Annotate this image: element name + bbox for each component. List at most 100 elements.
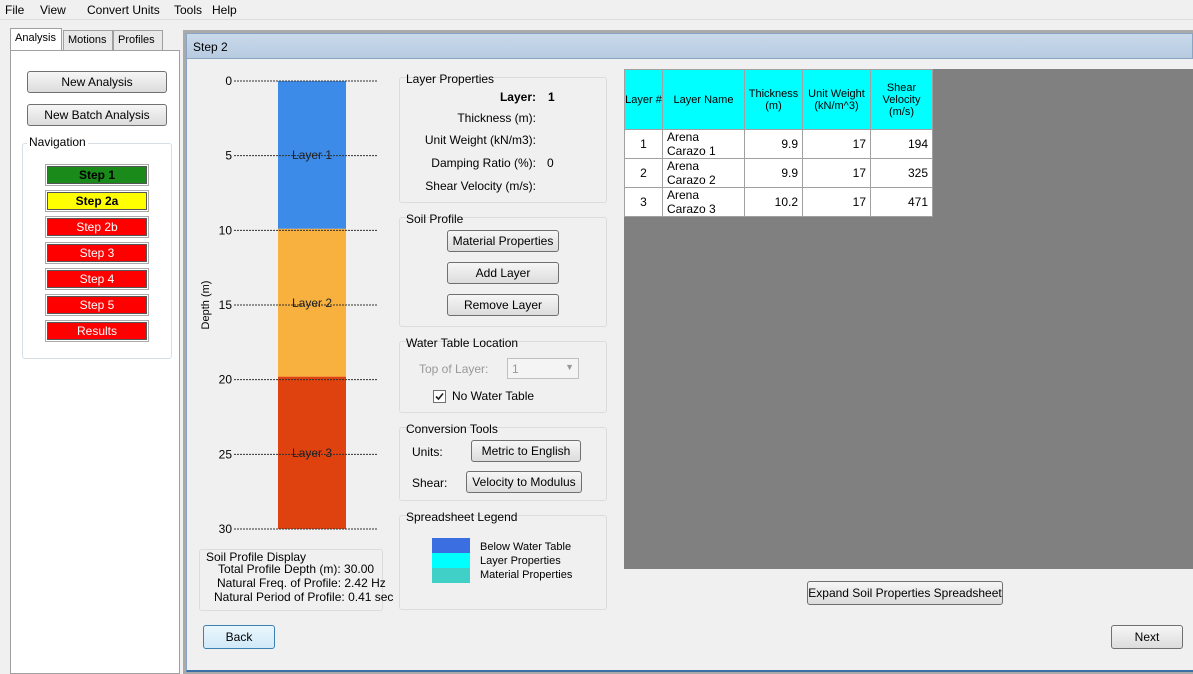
table-cell[interactable]: 1 <box>624 129 663 159</box>
table-row[interactable]: 3 Arena Carazo 3 10.2 17 471 <box>624 187 933 217</box>
new-analysis-button[interactable]: New Analysis <box>27 71 167 93</box>
legend-swatch <box>432 553 470 568</box>
column-header[interactable]: Unit Weight (kN/m^3) <box>802 69 871 130</box>
legend-swatch <box>432 538 470 553</box>
back-button[interactable]: Back <box>203 625 275 649</box>
layer-properties-label: Layer Properties <box>406 72 495 86</box>
shear-velocity-label: Shear Velocity (m/s): <box>425 179 536 193</box>
conversion-tools-label: Conversion Tools <box>406 422 498 436</box>
tab-motions[interactable]: Motions <box>63 30 113 50</box>
column-header[interactable]: Layer Name <box>662 69 745 130</box>
left-panel: New Analysis New Batch Analysis Navigati… <box>10 50 180 674</box>
depth-tick-label: 30 <box>219 522 233 536</box>
navigation-label: Navigation <box>27 135 88 149</box>
nav-step-step-1[interactable]: Step 1 <box>45 164 149 186</box>
layer-band-label: Layer 3 <box>292 446 332 460</box>
table-cell[interactable]: 17 <box>802 129 871 159</box>
table-cell[interactable]: 17 <box>802 158 871 188</box>
natural-period: Natural Period of Profile: 0.41 sec <box>214 590 394 604</box>
table-cell[interactable]: 10.2 <box>744 187 803 217</box>
depth-tick-label: 25 <box>219 447 233 461</box>
soil-profile-group: Soil Profile Material Properties Add Lay… <box>399 212 607 327</box>
menu-bar: File View Convert Units Tools Help <box>0 0 1193 20</box>
menu-convert-units[interactable]: Convert Units <box>87 3 160 17</box>
nav-step-step-2a[interactable]: Step 2a <box>45 190 149 212</box>
depth-tick-label: 20 <box>219 373 233 387</box>
top-of-layer-label: Top of Layer: <box>419 362 489 376</box>
menu-view[interactable]: View <box>40 3 66 17</box>
spreadsheet-legend-group: Spreadsheet Legend Below Water Table Laye… <box>399 510 607 610</box>
next-button[interactable]: Next <box>1111 625 1183 649</box>
soil-profile-display-group: Soil Profile Display Total Profile Depth… <box>199 549 393 611</box>
nav-step-step-3[interactable]: Step 3 <box>45 242 149 264</box>
chevron-down-icon: ▼ <box>565 362 574 372</box>
unit-weight-label: Unit Weight (kN/m3): <box>424 133 536 147</box>
table-cell[interactable]: 325 <box>870 158 933 188</box>
column-header[interactable]: Thickness (m) <box>744 69 803 130</box>
step-title: Step 2 <box>193 40 228 54</box>
legend-label: Layer Properties <box>480 555 561 567</box>
top-of-layer-value: 1 <box>512 362 519 376</box>
material-properties-button[interactable]: Material Properties <box>447 230 559 252</box>
natural-frequency: Natural Freq. of Profile: 2.42 Hz <box>217 576 386 590</box>
table-row[interactable]: 2 Arena Carazo 2 9.9 17 325 <box>624 158 933 188</box>
depth-tick-label: 5 <box>225 149 232 163</box>
soil-profile-chart: 0 5 10 15 20 25 30 Layer 1 Layer 2 Layer 3 Depth (… <box>200 74 377 536</box>
table-cell[interactable]: 471 <box>870 187 933 217</box>
menu-tools[interactable]: Tools <box>174 3 202 17</box>
table-cell[interactable]: 9.9 <box>744 158 803 188</box>
table-cell[interactable]: 2 <box>624 158 663 188</box>
menu-help[interactable]: Help <box>212 3 237 17</box>
table-cell[interactable]: Arena Carazo 2 <box>662 158 745 188</box>
water-table-group: Water Table Location Top of Layer: 1 ▼ N… <box>399 336 607 413</box>
depth-tick-label: 0 <box>225 74 232 88</box>
metric-to-english-button[interactable]: Metric to English <box>471 440 581 462</box>
tab-analysis[interactable]: Analysis <box>10 28 62 51</box>
layer-properties-group: Layer Properties Layer: 1 Thickness (m):… <box>399 72 607 203</box>
step-content: 0 5 10 15 20 25 30 Layer 1 Layer 2 Layer 3 Depth (… <box>186 59 1193 672</box>
damping-ratio-label: Damping Ratio (%): <box>431 156 536 170</box>
remove-layer-button[interactable]: Remove Layer <box>447 294 559 316</box>
nav-step-results[interactable]: Results <box>45 320 149 342</box>
new-batch-analysis-button[interactable]: New Batch Analysis <box>27 104 167 126</box>
conversion-tools-group: Conversion Tools Units: Metric to Englis… <box>399 422 607 501</box>
soil-properties-table: Layer # Layer Name Thickness (m) Unit Weigh… <box>624 69 933 217</box>
thickness-label: Thickness (m): <box>457 111 536 125</box>
depth-tick-label: 10 <box>219 223 233 237</box>
soil-profile-label: Soil Profile <box>406 212 464 226</box>
no-water-table-checkbox[interactable] <box>433 390 446 403</box>
column-header[interactable]: Shear Velocity (m/s) <box>870 69 933 130</box>
spreadsheet-area: Layer # Layer Name Thickness (m) Unit Weigh… <box>624 69 1193 569</box>
add-layer-button[interactable]: Add Layer <box>447 262 559 284</box>
table-cell[interactable]: 17 <box>802 187 871 217</box>
layer-label: Layer: <box>499 90 536 104</box>
depth-tick-label: 15 <box>219 298 233 312</box>
total-profile-depth: Total Profile Depth (m): 30.00 <box>218 562 375 576</box>
spreadsheet-legend-label: Spreadsheet Legend <box>406 510 518 524</box>
table-row[interactable]: 1 Arena Carazo 1 9.9 17 194 <box>624 129 933 159</box>
expand-spreadsheet-button[interactable]: Expand Soil Properties Spreadsheet <box>807 581 1003 605</box>
velocity-to-modulus-button[interactable]: Velocity to Modulus <box>466 471 582 493</box>
nav-step-step-4[interactable]: Step 4 <box>45 268 149 290</box>
nav-step-step-5[interactable]: Step 5 <box>45 294 149 316</box>
table-cell[interactable]: Arena Carazo 1 <box>662 129 745 159</box>
legend-label: Material Properties <box>480 569 573 581</box>
tab-profiles[interactable]: Profiles <box>113 30 163 50</box>
units-label: Units: <box>412 445 443 459</box>
table-cell[interactable]: 194 <box>870 129 933 159</box>
top-of-layer-select[interactable]: 1 ▼ <box>507 358 579 379</box>
table-cell[interactable]: 9.9 <box>744 129 803 159</box>
layer-band-label: Layer 1 <box>292 148 332 162</box>
checkmark-icon <box>435 392 444 401</box>
layer-value: 1 <box>548 90 555 104</box>
damping-ratio-value: 0 <box>547 156 554 170</box>
no-water-table-label: No Water Table <box>452 389 535 403</box>
depth-axis-label: Depth (m) <box>200 281 212 330</box>
left-tabs: Analysis Motions Profiles <box>10 28 178 51</box>
table-cell[interactable]: Arena Carazo 3 <box>662 187 745 217</box>
column-header[interactable]: Layer # <box>624 69 663 130</box>
menu-file[interactable]: File <box>5 3 24 17</box>
nav-step-step-2b[interactable]: Step 2b <box>45 216 149 238</box>
table-cell[interactable]: 3 <box>624 187 663 217</box>
legend-swatch <box>432 568 470 583</box>
